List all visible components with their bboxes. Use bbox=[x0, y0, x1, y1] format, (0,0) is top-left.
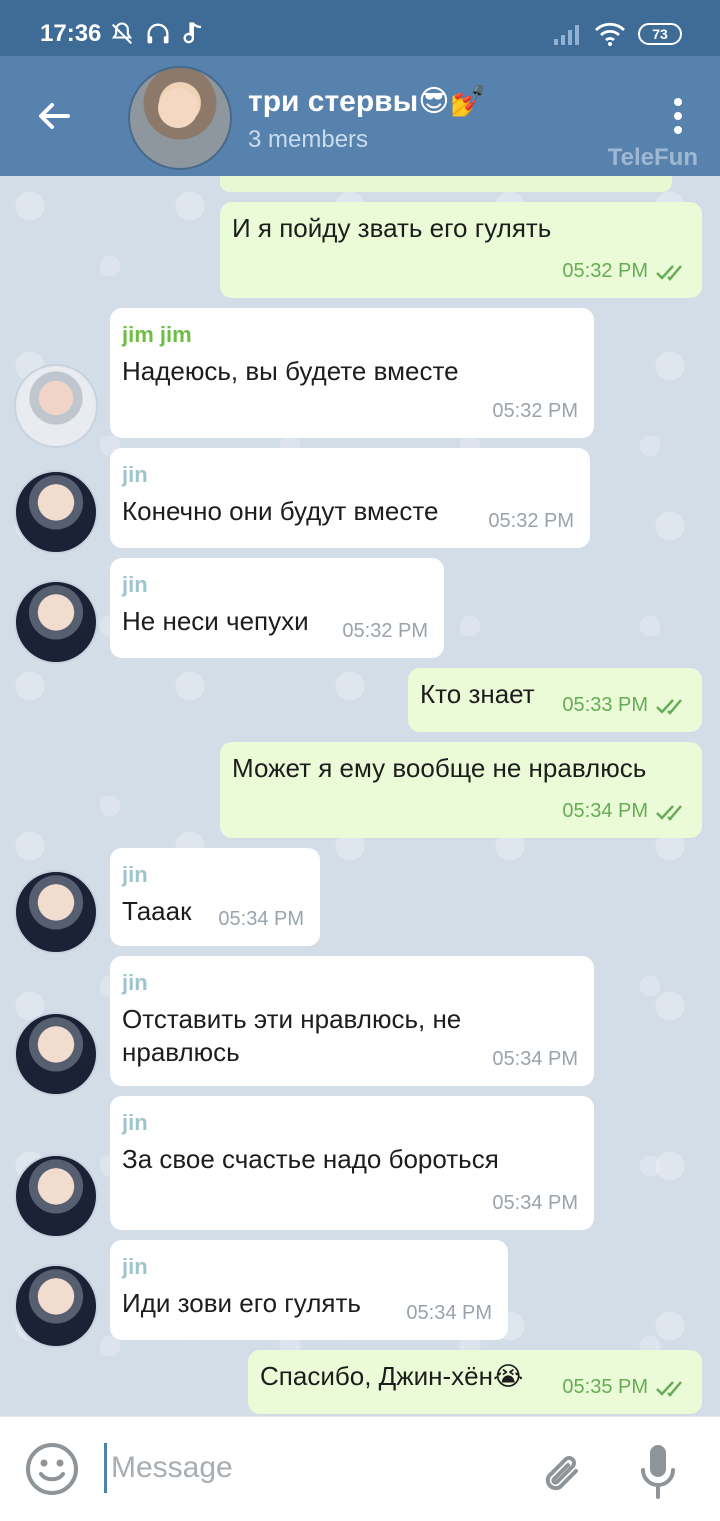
read-double-check-icon bbox=[656, 1380, 682, 1397]
message-text: Конечно они будут вместе bbox=[122, 496, 439, 526]
sender-avatar-jim-jim[interactable] bbox=[14, 364, 98, 448]
message-time: 05:34 PM bbox=[562, 800, 648, 822]
music-note-icon bbox=[183, 22, 202, 44]
message-time: 05:33 PM bbox=[562, 694, 648, 716]
sender-name[interactable]: jin bbox=[122, 1106, 580, 1139]
status-time: 17:36 bbox=[40, 20, 102, 47]
member-count: 3 members bbox=[248, 126, 369, 153]
message-text: Иди зови его гулять bbox=[122, 1288, 361, 1318]
read-double-check-icon bbox=[656, 804, 682, 821]
message-bubble-incoming[interactable]: jin Тааак 05:34 PM bbox=[110, 848, 320, 946]
message-bubble-incoming[interactable]: jim jim Надеюсь, вы будете вместе 05:32 … bbox=[110, 308, 594, 438]
group-title[interactable]: три стервы😎💅 bbox=[248, 84, 487, 119]
message-time: 05:34 PM bbox=[492, 1192, 578, 1214]
message-time: 05:32 PM bbox=[342, 620, 428, 642]
sender-name[interactable]: jin bbox=[122, 568, 430, 601]
message-text: Может я ему вообще не нравлюсь bbox=[232, 753, 647, 783]
message-time: 05:32 PM bbox=[562, 260, 648, 282]
watermark: TeleFun bbox=[607, 144, 698, 171]
message-bubble-outgoing[interactable]: И я пойду звать его гулять 05:32 PM bbox=[220, 202, 702, 298]
sender-avatar-jin[interactable] bbox=[14, 870, 98, 954]
message-bubble-incoming[interactable]: jin Иди зови его гулять 05:34 PM bbox=[110, 1240, 508, 1340]
more-options-icon[interactable] bbox=[668, 96, 688, 136]
cut-message-bubble bbox=[220, 176, 672, 192]
sender-name[interactable]: jin bbox=[122, 966, 580, 999]
signal-icon bbox=[554, 25, 579, 45]
message-text: Не неси чепухи bbox=[122, 606, 309, 636]
sender-name[interactable]: jin bbox=[122, 1250, 494, 1283]
sender-name[interactable]: jim jim bbox=[122, 318, 580, 351]
sender-avatar-jin[interactable] bbox=[14, 1012, 98, 1096]
sender-avatar-jin[interactable] bbox=[14, 1264, 98, 1348]
message-bubble-outgoing[interactable]: Спасибо, Джин-хён😭 05:35 PM bbox=[248, 1350, 702, 1414]
sender-name[interactable]: jin bbox=[122, 458, 576, 491]
message-input[interactable] bbox=[104, 1443, 503, 1493]
message-text: За свое счастье надо бороться bbox=[122, 1144, 499, 1174]
message-time: 05:35 PM bbox=[562, 1376, 648, 1398]
message-text: И я пойду звать его гулять bbox=[232, 213, 552, 243]
message-time: 05:34 PM bbox=[492, 1048, 578, 1070]
message-text: Спасибо, Джин-хён😭 bbox=[260, 1361, 524, 1391]
message-time: 05:32 PM bbox=[488, 510, 574, 532]
status-icons-right: 73 bbox=[552, 22, 682, 46]
back-arrow-icon[interactable] bbox=[34, 96, 74, 136]
paperclip-icon[interactable] bbox=[540, 1451, 586, 1499]
read-double-check-icon bbox=[656, 264, 682, 281]
sender-avatar-jin[interactable] bbox=[14, 580, 98, 664]
message-list[interactable]: И я пойду звать его гулять 05:32 PM jim … bbox=[0, 176, 720, 1416]
status-bar: 17:36 73 bbox=[0, 0, 720, 56]
headphones-icon bbox=[147, 23, 169, 44]
message-time: 05:34 PM bbox=[218, 908, 304, 930]
read-double-check-icon bbox=[656, 698, 682, 715]
message-time: 05:34 PM bbox=[406, 1302, 492, 1324]
message-text: Тааак bbox=[122, 896, 192, 926]
message-text: Надеюсь, вы будете вместе bbox=[122, 356, 459, 386]
message-bubble-incoming[interactable]: jin Отставить эти нравлюсь, не нравлюсь … bbox=[110, 956, 594, 1086]
message-text: Кто знает bbox=[420, 679, 535, 709]
message-time: 05:32 PM bbox=[492, 400, 578, 422]
sender-avatar-jin[interactable] bbox=[14, 1154, 98, 1238]
group-avatar[interactable] bbox=[128, 66, 232, 170]
bell-off-icon bbox=[111, 22, 133, 45]
message-bubble-outgoing[interactable]: Кто знает 05:33 PM bbox=[408, 668, 702, 732]
battery-icon: 73 bbox=[638, 23, 682, 45]
sender-name[interactable]: jin bbox=[122, 858, 306, 891]
wifi-icon bbox=[595, 22, 625, 46]
sender-avatar-jin[interactable] bbox=[14, 470, 98, 554]
message-text: Отставить эти нравлюсь, не нравлюсь bbox=[122, 1004, 469, 1067]
message-bubble-incoming[interactable]: jin Не неси чепухи 05:32 PM bbox=[110, 558, 444, 658]
message-bubble-incoming[interactable]: jin За свое счастье надо бороться 05:34 … bbox=[110, 1096, 594, 1230]
message-bubble-incoming[interactable]: jin Конечно они будут вместе 05:32 PM bbox=[110, 448, 590, 548]
message-bubble-outgoing[interactable]: Может я ему вообще не нравлюсь 05:34 PM bbox=[220, 742, 702, 838]
emoji-smile-icon[interactable] bbox=[24, 1441, 80, 1497]
microphone-icon[interactable] bbox=[638, 1443, 678, 1501]
message-input-bar bbox=[0, 1416, 720, 1521]
status-icons-left bbox=[108, 20, 208, 48]
